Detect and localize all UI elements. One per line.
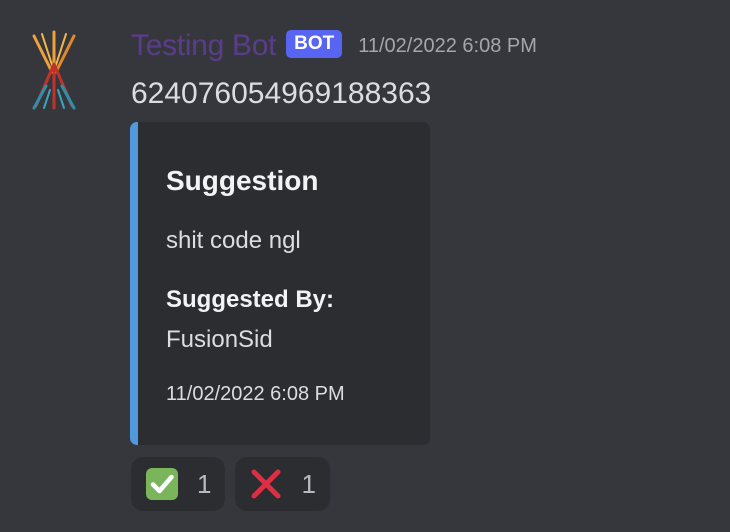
embed-title: Suggestion	[166, 165, 319, 196]
embed-description: shit code ngl	[166, 227, 301, 254]
message-content: 624076054969188363	[131, 77, 432, 110]
avatar[interactable]	[28, 28, 80, 110]
bot-badge: BOT	[286, 30, 343, 58]
reaction-check[interactable]: 1	[131, 457, 226, 511]
reactions: 1 1	[131, 457, 340, 511]
message-header: Testing Bot BOT 11/02/2022 6:08 PM	[131, 26, 537, 66]
reaction-count: 1	[197, 468, 212, 499]
embed: Suggestion shit code ngl Suggested By: F…	[130, 122, 430, 445]
embed-field-name: Suggested By:	[166, 286, 335, 313]
reaction-x[interactable]: 1	[235, 457, 330, 511]
author-username[interactable]: Testing Bot	[131, 26, 276, 66]
chat-message: Testing Bot BOT 11/02/2022 6:08 PM 62407…	[0, 0, 730, 532]
reaction-count: 1	[301, 468, 316, 499]
embed-footer: 11/02/2022 6:08 PM	[166, 383, 345, 405]
bot-logo-icon	[32, 30, 76, 110]
x-mark-icon	[249, 467, 283, 501]
message-timestamp[interactable]: 11/02/2022 6:08 PM	[358, 26, 537, 66]
embed-accent-bar	[130, 122, 138, 445]
white-check-mark-icon	[145, 467, 179, 501]
embed-field-value: FusionSid	[166, 326, 273, 353]
